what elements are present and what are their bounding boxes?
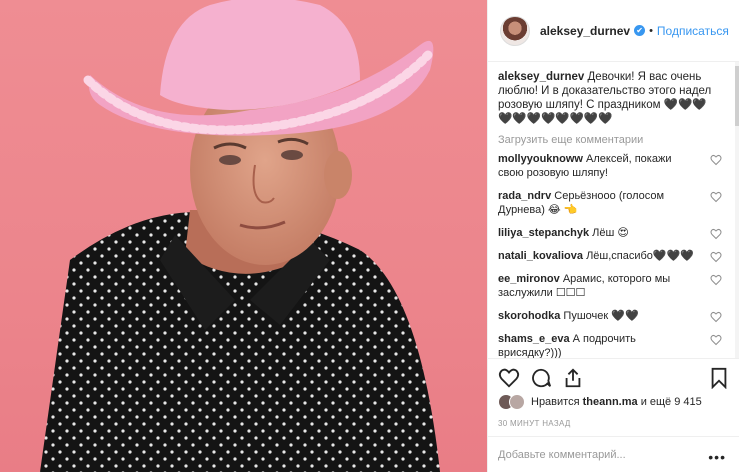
post-timestamp[interactable]: 30 МИНУТ НАЗАД: [498, 419, 571, 428]
share-icon[interactable]: [562, 367, 584, 389]
scrollbar-thumb[interactable]: [735, 66, 739, 126]
load-more-comments-button[interactable]: Загрузить еще комментарии: [498, 134, 726, 146]
like-comment-heart-icon[interactable]: [710, 311, 722, 323]
comment-username[interactable]: rada_ndrv: [498, 190, 551, 202]
comment-text: Пушочек 🖤🖤: [563, 310, 639, 322]
avatar[interactable]: [500, 15, 530, 46]
comment-bubble-icon[interactable]: [530, 367, 552, 389]
comments-scrollbar[interactable]: [735, 62, 739, 358]
more-options-icon[interactable]: •••: [708, 449, 726, 465]
caption: aleksey_durnev Девочки! Я вас очень любл…: [498, 70, 726, 126]
comment-item: mollyyouknoww Алексей, покажи свою розов…: [498, 152, 726, 180]
post-photo[interactable]: [0, 0, 487, 472]
comment-username[interactable]: mollyyouknoww: [498, 153, 583, 165]
bookmark-icon[interactable]: [710, 367, 728, 389]
like-comment-heart-icon[interactable]: [710, 154, 722, 166]
verified-badge-icon: ✔: [634, 25, 646, 36]
like-comment-heart-icon[interactable]: [710, 251, 722, 263]
likes-user[interactable]: theann.ma: [583, 396, 638, 408]
photo-illustration: [40, 0, 440, 472]
likes-prefix: Нравится: [531, 396, 580, 408]
comment-item: natali_kovaliova Лёш,спасибо🖤🖤🖤: [498, 249, 726, 263]
caption-username[interactable]: aleksey_durnev: [498, 71, 584, 83]
comments-list: aleksey_durnev Девочки! Я вас очень любл…: [488, 62, 736, 358]
follow-button[interactable]: Подписаться: [657, 24, 729, 38]
liker-avatar[interactable]: [509, 394, 525, 410]
comment-username[interactable]: natali_kovaliova: [498, 250, 583, 262]
comment-item: skorohodka Пушочек 🖤🖤: [498, 309, 726, 323]
likes-row: Нравится theann.ma и ещё 9 415: [498, 392, 702, 412]
comment-username[interactable]: liliya_stepanchyk: [498, 227, 589, 239]
comment-username[interactable]: shams_e_eva: [498, 333, 570, 345]
like-comment-heart-icon[interactable]: [710, 228, 722, 240]
comment-text: Лёш 😍: [592, 227, 629, 239]
comment-item: liliya_stepanchyk Лёш 😍: [498, 226, 726, 240]
add-comment-bar: •••: [488, 436, 739, 472]
post-header: aleksey_durnev ✔ • Подписаться: [488, 0, 739, 62]
comment-item: shams_e_eva А подрочить врисядку?))): [498, 332, 726, 358]
comment-item: ee_mironov Арамис, которого мы заслужили…: [498, 272, 726, 300]
comment-username[interactable]: skorohodka: [498, 310, 560, 322]
add-comment-input[interactable]: [498, 448, 698, 461]
comment-item: rada_ndrv Серьёзнооо (голосом Дурнева) 😂…: [498, 189, 726, 217]
username[interactable]: aleksey_durnev: [540, 24, 630, 38]
post-panel: aleksey_durnev ✔ • Подписаться aleksey_d…: [487, 0, 739, 472]
like-comment-heart-icon[interactable]: [710, 334, 722, 346]
likes-count[interactable]: и ещё 9 415: [641, 396, 702, 408]
comment-text: Лёш,спасибо🖤🖤🖤: [586, 250, 695, 262]
like-comment-heart-icon[interactable]: [710, 191, 722, 203]
action-bar: [488, 358, 739, 394]
separator-dot: •: [649, 24, 653, 37]
like-heart-icon[interactable]: [498, 367, 520, 389]
comment-username[interactable]: ee_mironov: [498, 273, 560, 285]
like-comment-heart-icon[interactable]: [710, 274, 722, 286]
